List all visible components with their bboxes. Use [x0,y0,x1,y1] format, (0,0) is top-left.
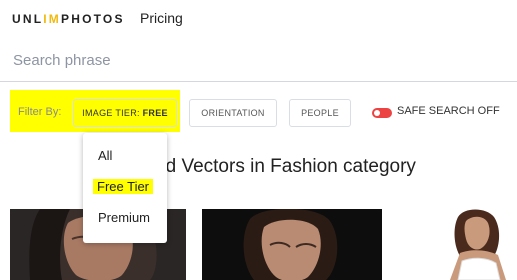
logo-text-brand: IM [43,12,61,26]
site-logo[interactable]: UNLIMPHOTOS [12,12,125,26]
image-thumbnail[interactable] [202,209,382,280]
image-thumbnail[interactable] [440,209,517,280]
safe-search-toggle[interactable] [372,108,392,118]
image-tier-value: FREE [142,108,168,118]
thumbnail-photo [202,209,382,280]
safe-search-label[interactable]: SAFE SEARCH OFF [397,105,500,117]
logo-text-prefix: UNL [12,12,44,26]
search-input[interactable] [0,40,517,82]
people-button[interactable]: PEOPLE [289,99,351,127]
tier-option-premium[interactable]: Premium [98,210,150,225]
thumbnail-photo [440,209,517,280]
image-tier-dropdown: All Free Tier Premium [83,133,167,243]
filter-by-label: Filter By: [18,106,62,118]
tier-option-free[interactable]: Free Tier [93,179,154,194]
orientation-button[interactable]: ORIENTATION [189,99,277,127]
nav-pricing-link[interactable]: Pricing [140,10,183,26]
toggle-knob [374,110,380,116]
image-tier-button[interactable]: IMAGE TIER: FREE [73,99,177,127]
image-tier-prefix: IMAGE TIER: [82,108,143,118]
logo-text-suffix: PHOTOS [61,12,125,26]
tier-option-all[interactable]: All [98,148,112,163]
